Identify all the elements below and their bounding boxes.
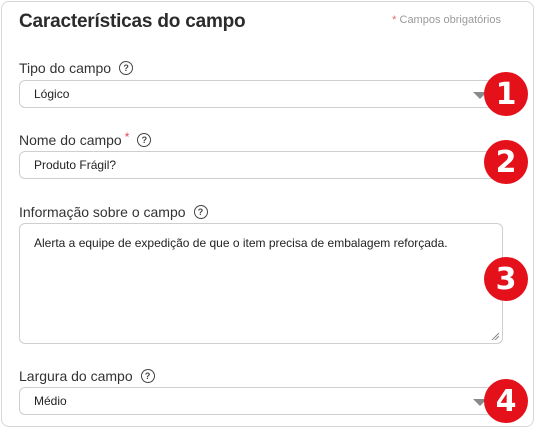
step-badge-2: 2 [484, 140, 528, 184]
field-width-label: Largura do campo [19, 368, 133, 384]
field-type-label-row: Tipo do campo ? [19, 60, 134, 76]
field-info-textarea[interactable]: Alerta a equipe de expedição de que o it… [19, 223, 503, 344]
required-note-star: * [392, 14, 397, 26]
panel-title: Características do campo [19, 11, 246, 32]
field-width-select[interactable]: Médio [19, 387, 503, 415]
help-icon[interactable]: ? [137, 133, 152, 147]
help-icon[interactable]: ? [140, 369, 155, 383]
field-characteristics-panel: Características do campo * Campos obriga… [1, 1, 534, 427]
step-badge-1: 1 [484, 72, 528, 116]
help-icon[interactable]: ? [119, 61, 134, 75]
required-note-text: Campos obrigatórios [399, 14, 502, 26]
field-type-label: Tipo do campo [19, 60, 112, 76]
field-width-label-row: Largura do campo ? [19, 368, 155, 384]
required-fields-note: * Campos obrigatórios [392, 14, 501, 26]
field-name-label: Nome do campo [19, 132, 122, 148]
field-name-label-row: Nome do campo * ? [19, 130, 152, 148]
required-asterisk: * [124, 130, 130, 144]
resize-grip-icon[interactable] [491, 332, 499, 340]
step-badge-4: 4 [484, 379, 528, 423]
field-info-label: Informação sobre o campo [19, 204, 186, 220]
help-icon[interactable]: ? [193, 205, 208, 219]
field-type-select[interactable]: Lógico [19, 80, 503, 108]
field-info-value: Alerta a equipe de expedição de que o it… [34, 236, 448, 250]
field-name-input[interactable]: Produto Frágil? [19, 151, 503, 179]
step-badge-3: 3 [484, 257, 528, 301]
field-width-value: Médio [34, 394, 67, 408]
field-name-value: Produto Frágil? [34, 158, 117, 172]
field-info-label-row: Informação sobre o campo ? [19, 204, 208, 220]
field-type-value: Lógico [34, 87, 70, 101]
